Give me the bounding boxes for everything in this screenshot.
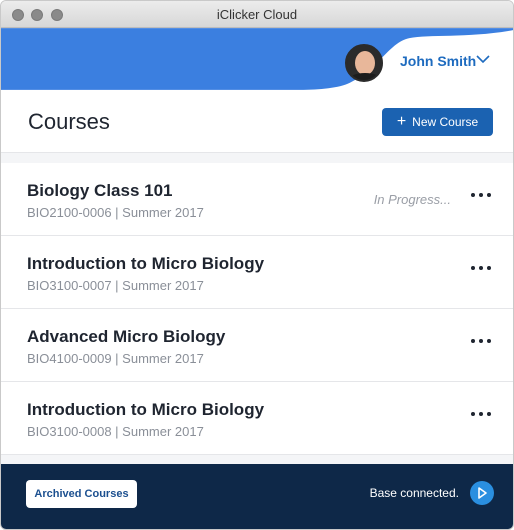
courses-heading-row: Courses + New Course xyxy=(1,95,513,153)
course-name: Introduction to Micro Biology xyxy=(27,400,265,419)
new-course-button[interactable]: + New Course xyxy=(382,108,493,136)
user-avatar[interactable] xyxy=(345,44,383,82)
page-title: Courses xyxy=(28,109,110,134)
base-connection-icon[interactable] xyxy=(470,481,494,505)
course-meta: BIO3100-0007 | Summer 2017 xyxy=(27,278,204,293)
more-options-icon[interactable] xyxy=(471,266,491,274)
course-item[interactable]: Biology Class 101 BIO2100-0006 | Summer … xyxy=(1,163,513,236)
base-status-text: Base connected. xyxy=(369,486,459,500)
more-options-icon[interactable] xyxy=(471,339,491,347)
title-bar: iClicker Cloud xyxy=(1,1,513,28)
more-options-icon[interactable] xyxy=(471,412,491,420)
app-header: John Smith xyxy=(1,28,513,95)
footer-bar: Archived Courses Base connected. xyxy=(1,464,513,529)
course-meta: BIO3100-0008 | Summer 2017 xyxy=(27,424,204,439)
chevron-down-icon[interactable] xyxy=(475,52,491,66)
course-status: In Progress... xyxy=(373,192,451,207)
avatar-face xyxy=(355,51,375,75)
course-meta: BIO4100-0009 | Summer 2017 xyxy=(27,351,204,366)
window-title: iClicker Cloud xyxy=(216,7,298,22)
course-name: Introduction to Micro Biology xyxy=(27,254,265,273)
new-course-label: New Course xyxy=(412,115,479,129)
user-name[interactable]: John Smith xyxy=(400,53,476,69)
app-window: iClicker Cloud John Smith Courses + New … xyxy=(0,0,514,530)
course-list: Biology Class 101 BIO2100-0006 | Summer … xyxy=(1,163,513,455)
archived-courses-button[interactable]: Archived Courses xyxy=(26,480,137,508)
course-item[interactable]: Introduction to Micro Biology BIO3100-00… xyxy=(1,382,513,455)
course-name: Advanced Micro Biology xyxy=(27,327,226,346)
course-meta: BIO2100-0006 | Summer 2017 xyxy=(27,205,204,220)
play-icon xyxy=(478,487,487,499)
more-options-icon[interactable] xyxy=(471,193,491,201)
course-name: Biology Class 101 xyxy=(27,181,173,200)
plus-icon: + xyxy=(396,113,407,130)
course-item[interactable]: Introduction to Micro Biology BIO3100-00… xyxy=(1,236,513,309)
course-item[interactable]: Advanced Micro Biology BIO4100-0009 | Su… xyxy=(1,309,513,382)
